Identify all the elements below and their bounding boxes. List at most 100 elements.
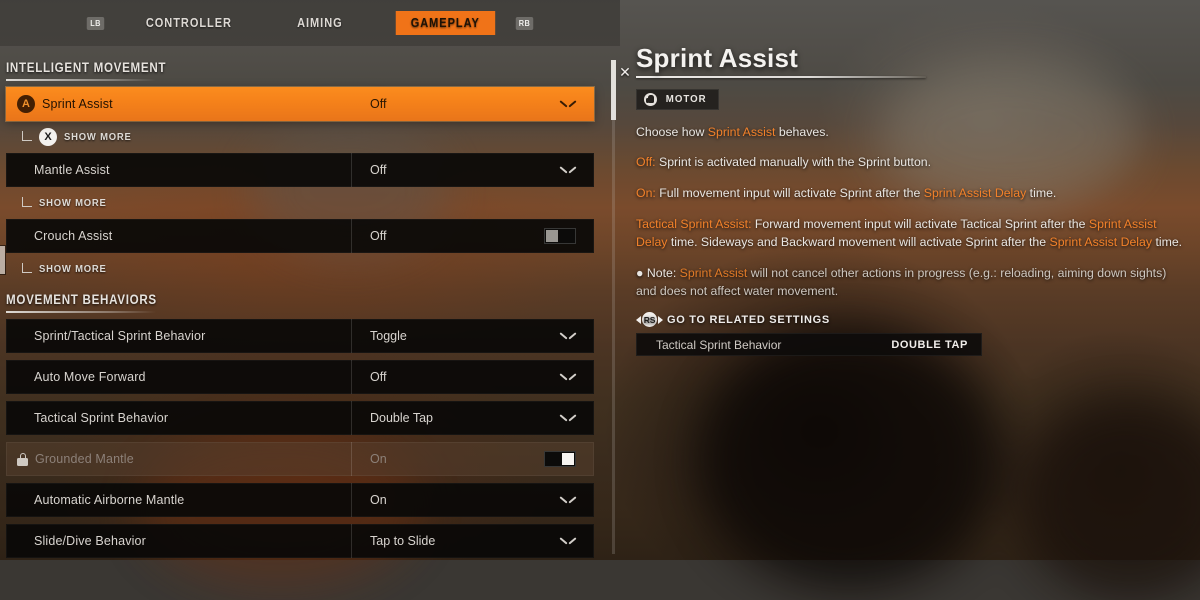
close-icon[interactable]: ✕ (617, 64, 633, 80)
setting-value-wrap[interactable]: Off (352, 360, 594, 394)
setting-value-wrap[interactable]: Toggle (352, 319, 594, 353)
setting-label-wrap: Grounded Mantle (6, 442, 352, 476)
toggle-switch (544, 451, 576, 467)
setting-row-automatic-airborne-mantle[interactable]: Automatic Airborne Mantle On (6, 483, 594, 517)
setting-value: Tap to Slide (370, 534, 435, 548)
description-paragraph-on: On: Full movement input will activate Sp… (636, 185, 1184, 203)
chevron-down-icon[interactable] (560, 413, 576, 423)
tab-controller[interactable]: CONTROLLER (134, 11, 243, 35)
setting-value-wrap[interactable]: Off (352, 87, 594, 121)
setting-label: Auto Move Forward (34, 370, 146, 384)
description-paragraph-note: ● Note: Sprint Assist will not cancel ot… (636, 265, 1184, 301)
rs-button-label: RS (642, 312, 657, 327)
arrow-left-icon (636, 316, 641, 324)
section-rule (6, 79, 156, 81)
setting-row-mantle-assist[interactable]: Mantle Assist Off (6, 153, 594, 187)
toggle-switch[interactable] (544, 228, 576, 244)
setting-row-crouch-assist[interactable]: Crouch Assist Off (6, 219, 594, 253)
toggle-knob (562, 453, 574, 465)
related-settings-label: GO TO RELATED SETTINGS (667, 314, 830, 326)
text-fragment: Sprint is activated manually with the Sp… (656, 155, 931, 169)
setting-value: Off (370, 97, 386, 111)
text-fragment: Choose how (636, 125, 708, 139)
tab-aiming[interactable]: AIMING (285, 11, 353, 35)
setting-value: Off (370, 370, 386, 384)
tab-bar: LB CONTROLLER AIMING GAMEPLAY RB (0, 0, 620, 46)
highlight-tactical-sprint-assist: Tactical Sprint Assist: (636, 217, 752, 231)
show-more-mantle-assist[interactable]: SHOW MORE (22, 194, 612, 212)
x-button-icon: X (39, 128, 57, 146)
setting-label: Grounded Mantle (35, 452, 134, 466)
setting-row-sprint-tactical-sprint-behavior[interactable]: Sprint/Tactical Sprint Behavior Toggle (6, 319, 594, 353)
setting-value-wrap[interactable]: On (352, 483, 594, 517)
setting-row-sprint-assist[interactable]: A Sprint Assist Off (6, 87, 594, 121)
setting-value: On (370, 493, 387, 507)
related-setting-row[interactable]: Tactical Sprint Behavior DOUBLE TAP (636, 333, 982, 356)
setting-label: Sprint/Tactical Sprint Behavior (34, 329, 205, 343)
toggle-knob (546, 230, 558, 242)
setting-row-tactical-sprint-behavior[interactable]: Tactical Sprint Behavior Double Tap (6, 401, 594, 435)
text-fragment: Full movement input will activate Sprint… (656, 186, 924, 200)
setting-label: Tactical Sprint Behavior (34, 411, 168, 425)
chevron-down-icon[interactable] (560, 99, 576, 109)
setting-value: Off (370, 229, 386, 243)
setting-label-wrap: Crouch Assist (6, 219, 352, 253)
setting-label-wrap: Auto Move Forward (6, 360, 352, 394)
setting-row-auto-move-forward[interactable]: Auto Move Forward Off (6, 360, 594, 394)
tree-elbow-icon (22, 197, 32, 207)
page-title: Sprint Assist (636, 44, 1192, 73)
detail-scrollbar-track[interactable] (612, 60, 615, 554)
title-rule (636, 76, 926, 78)
section-title-intelligent-movement: INTELLIGENT MOVEMENT (6, 60, 178, 75)
tree-elbow-icon (22, 131, 32, 141)
highlight-sprint-assist: Sprint Assist (708, 125, 776, 139)
setting-value-wrap[interactable]: Off (352, 219, 594, 253)
highlight-sprint-assist: Sprint Assist (680, 266, 748, 280)
hand-icon (644, 93, 657, 106)
note-bullet: ● Note: (636, 266, 680, 280)
settings-list[interactable]: INTELLIGENT MOVEMENT A Sprint Assist Off… (0, 46, 612, 560)
text-fragment: time. (1026, 186, 1056, 200)
setting-value: Off (370, 163, 386, 177)
show-more-sprint-assist[interactable]: X SHOW MORE (22, 128, 612, 146)
setting-label-wrap: A Sprint Assist (6, 87, 352, 121)
setting-label-wrap: Tactical Sprint Behavior (6, 401, 352, 435)
chevron-down-icon[interactable] (560, 372, 576, 382)
detail-scrollbar-thumb[interactable] (611, 60, 616, 120)
setting-value-wrap[interactable]: Off (352, 153, 594, 187)
highlight-sprint-assist-delay: Sprint Assist Delay (1050, 235, 1153, 249)
setting-row-grounded-mantle: Grounded Mantle On (6, 442, 594, 476)
lock-icon (17, 453, 28, 466)
show-more-label: SHOW MORE (39, 263, 107, 275)
right-stick-icon: RS (636, 312, 663, 327)
setting-label: Automatic Airborne Mantle (34, 493, 184, 507)
chevron-down-icon[interactable] (560, 165, 576, 175)
setting-value-wrap[interactable]: Tap to Slide (352, 524, 594, 558)
setting-value-wrap[interactable]: Double Tap (352, 401, 594, 435)
highlight-sprint-assist-delay: Sprint Assist Delay (924, 186, 1027, 200)
left-mini-scrollbar[interactable] (0, 246, 5, 274)
section-rule (6, 311, 156, 313)
setting-row-slide-dive-behavior[interactable]: Slide/Dive Behavior Tap to Slide (6, 524, 594, 558)
go-to-related-settings[interactable]: RS GO TO RELATED SETTINGS (636, 312, 1192, 327)
setting-label-wrap: Sprint/Tactical Sprint Behavior (6, 319, 352, 353)
chevron-down-icon[interactable] (560, 536, 576, 546)
show-more-crouch-assist[interactable]: SHOW MORE (22, 260, 612, 278)
chevron-down-icon[interactable] (560, 495, 576, 505)
tab-gameplay[interactable]: GAMEPLAY (395, 11, 494, 35)
highlight-on: On: (636, 186, 656, 200)
setting-label-wrap: Slide/Dive Behavior (6, 524, 352, 558)
related-setting-name: Tactical Sprint Behavior (656, 338, 781, 352)
highlight-off: Off: (636, 155, 656, 169)
text-fragment: behaves. (775, 125, 828, 139)
left-bumper-icon: LB (87, 17, 104, 30)
text-fragment: Forward movement input will activate Tac… (752, 217, 1089, 231)
a-button-icon: A (17, 95, 35, 113)
text-fragment: time. (1152, 235, 1182, 249)
description-paragraph-1: Choose how Sprint Assist behaves. (636, 124, 1184, 142)
chevron-down-icon[interactable] (560, 331, 576, 341)
category-badge-label: MOTOR (666, 93, 707, 105)
category-badge-motor: MOTOR (636, 89, 719, 110)
right-bumper-icon: RB (516, 17, 533, 30)
tree-elbow-icon (22, 263, 32, 273)
